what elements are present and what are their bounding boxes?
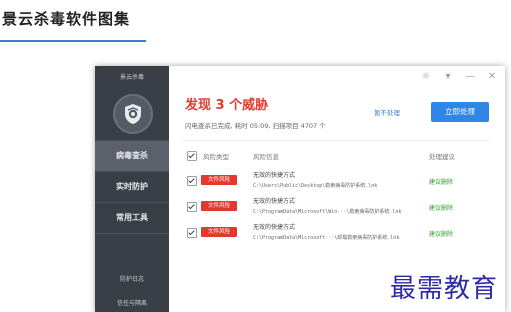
minimize-icon[interactable]: — (463, 70, 477, 84)
page-title: 景云杀毒软件图集 (2, 10, 131, 28)
divider (183, 140, 489, 141)
suggestion-label: 建议删除 (429, 179, 454, 186)
handle-now-button[interactable]: 立即处理 (431, 102, 489, 122)
threat-path: C:\ProgramData\Microsoft\Win···\勒索病毒防护系统… (253, 209, 402, 215)
dropdown-icon[interactable]: ▾ (441, 70, 455, 84)
title-underline (0, 40, 146, 42)
ignore-button[interactable]: 暂不处理 (369, 106, 405, 120)
threat-name: 无效的快捷方式 (253, 198, 296, 205)
table-row: 文件风险 无效的快捷方式 C:\Users\Public\Desktop\勒索病… (183, 168, 489, 194)
row-checkbox[interactable] (187, 176, 197, 186)
protection-log-link[interactable]: 防护日志 (95, 274, 169, 283)
sidebar-item-realtime-protection[interactable]: 实时防护 (95, 172, 169, 202)
header-suggestion: 处理建议 (429, 153, 455, 161)
sidebar: 景云杀毒 病毒查杀 实时防护 常用工具 防护日志 信任与隔离 (95, 66, 169, 312)
app-name: 景云杀毒 (119, 74, 144, 81)
suggestion-label: 建议删除 (429, 205, 454, 212)
table-row: 文件风险 无效的快捷方式 C:\ProgramData\Microsoft···… (183, 220, 489, 246)
select-all-checkbox[interactable] (187, 151, 197, 161)
shield-logo (113, 94, 153, 134)
close-icon[interactable]: ✕ (485, 70, 499, 84)
threat-path: C:\Users\Public\Desktop\勒索病毒防护系统.lnk (253, 183, 378, 189)
watermark-text: 最需教育 (390, 274, 499, 304)
threat-name: 无效的快捷方式 (253, 172, 296, 179)
page-header: 景云杀毒软件图集 (0, 0, 511, 44)
suggestion-label: 建议删除 (429, 231, 454, 238)
threat-type-badge: 文件风险 (201, 201, 237, 211)
row-checkbox[interactable] (187, 228, 197, 238)
shield-icon (125, 104, 141, 124)
threat-type-badge: 文件风险 (201, 175, 237, 185)
sidebar-item-common-tools[interactable]: 常用工具 (95, 203, 169, 233)
nav-divider (95, 233, 169, 234)
table-header: 风险类型 风险信息 处理建议 (183, 148, 489, 164)
sidebar-item-virus-scan[interactable]: 病毒查杀 (95, 141, 169, 171)
threat-name: 无效的快捷方式 (253, 224, 296, 231)
trust-quarantine-link[interactable]: 信任与隔离 (95, 298, 169, 307)
header-risk-info: 风险信息 (253, 153, 279, 161)
table-row: 文件风险 无效的快捷方式 C:\ProgramData\Microsoft\Wi… (183, 194, 489, 220)
gear-icon[interactable]: ☼ (419, 70, 433, 84)
threat-type-badge: 文件风险 (201, 227, 237, 237)
row-checkbox[interactable] (187, 202, 197, 212)
scan-summary: 闪电查杀已完成, 耗时 05:09, 扫描项目 4707 个 (185, 122, 326, 130)
header-risk-type: 风险类型 (203, 153, 229, 161)
threat-count-title: 发现 3 个威胁 (185, 98, 269, 113)
threat-path: C:\ProgramData\Microsoft···\卸载勒索病毒防护系统.l… (253, 235, 400, 241)
